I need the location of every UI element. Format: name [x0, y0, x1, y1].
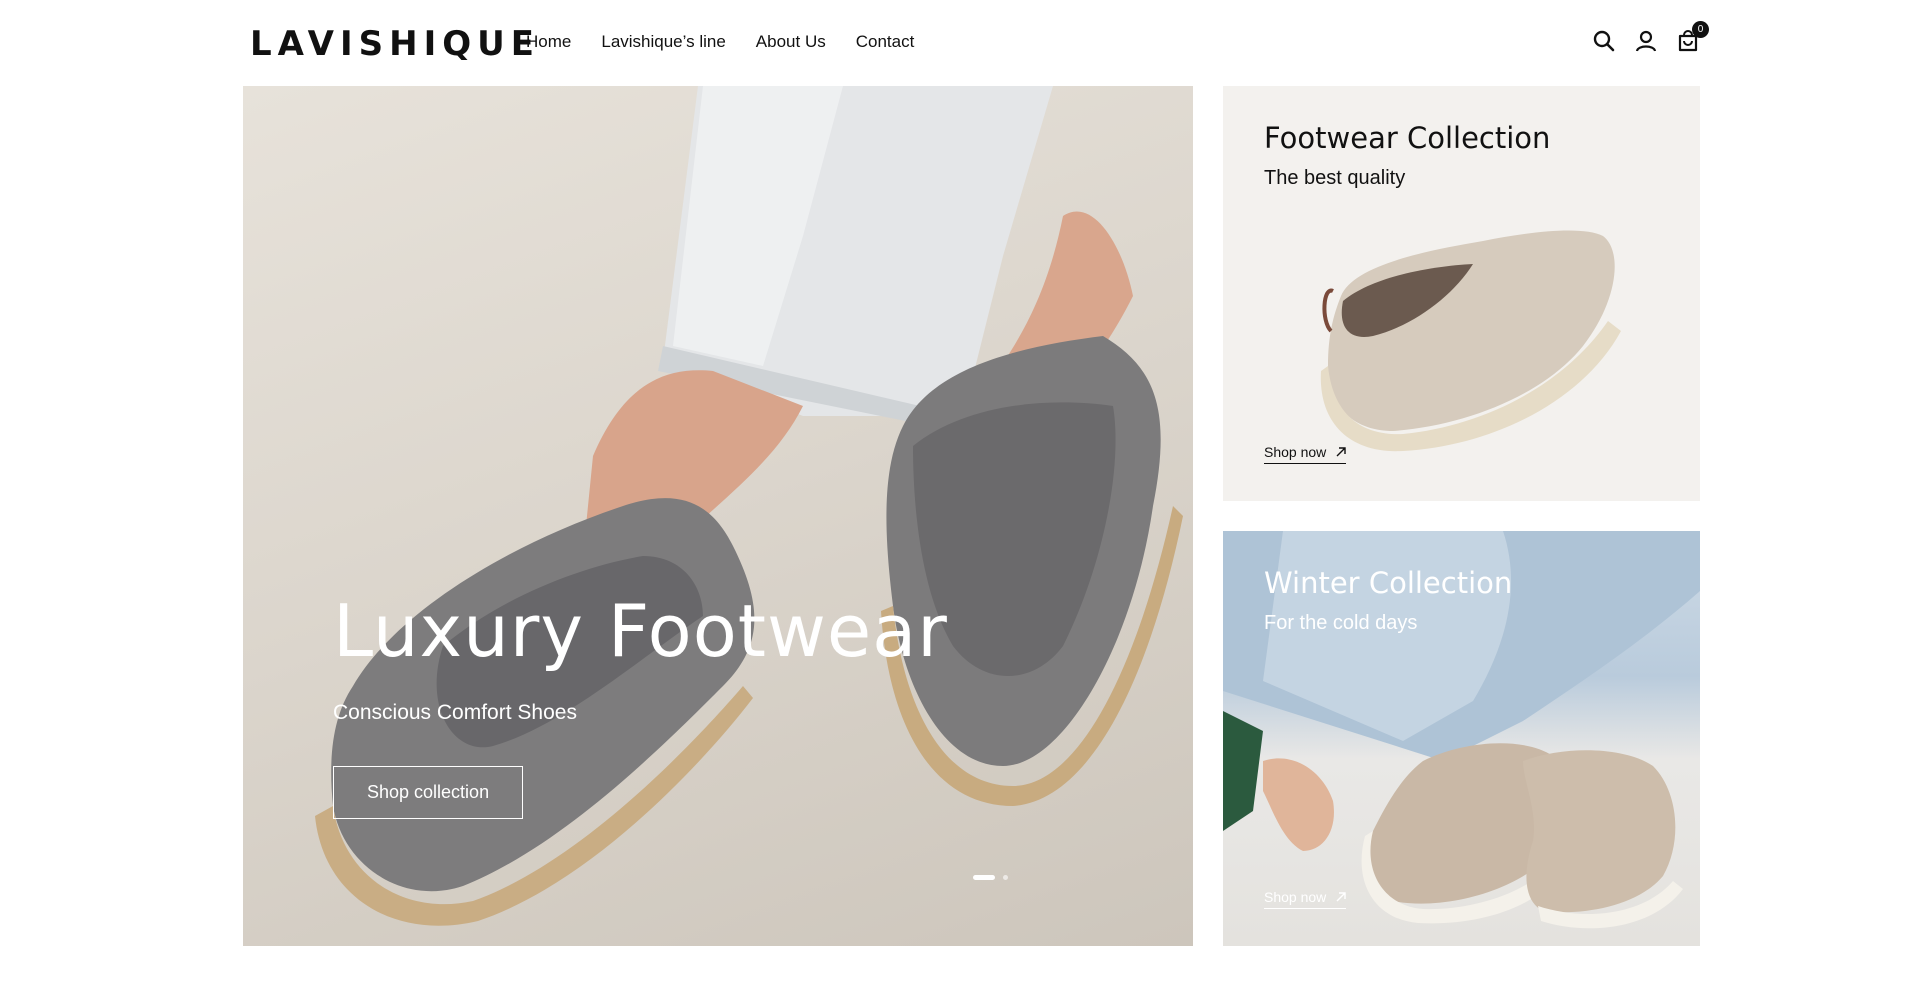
- arrow-up-right-icon: [1336, 447, 1346, 457]
- hero-text: Luxury Footwear Conscious Comfort Shoes …: [333, 586, 948, 819]
- shop-collection-button[interactable]: Shop collection: [333, 766, 524, 819]
- card-title: Footwear Collection: [1264, 121, 1551, 155]
- nav-item-home[interactable]: Home: [526, 30, 571, 54]
- slideshow-dots: [973, 875, 1008, 880]
- arrow-up-right-icon: [1336, 892, 1346, 902]
- cart-count-badge: 0: [1692, 21, 1709, 38]
- shop-now-label: Shop now: [1264, 889, 1327, 905]
- hero-subtitle: Conscious Comfort Shoes: [333, 701, 577, 724]
- hero-slideshow: Luxury Footwear Conscious Comfort Shoes …: [243, 86, 1193, 946]
- winter-collection-card[interactable]: Winter Collection For the cold days Shop…: [1223, 531, 1700, 946]
- card-subtitle: The best quality: [1264, 167, 1406, 189]
- nav-item-contact[interactable]: Contact: [856, 30, 915, 54]
- footwear-collection-card[interactable]: Footwear Collection The best quality Sho…: [1223, 86, 1700, 501]
- nav-item-lavishiques-line[interactable]: Lavishique’s line: [601, 30, 725, 54]
- shop-now-label: Shop now: [1264, 444, 1327, 460]
- main-nav: Home Lavishique’s line About Us Contact: [526, 30, 914, 54]
- site-header: LAVISHIQUE Home Lavishique’s line About …: [0, 0, 1920, 86]
- cart-icon[interactable]: 0: [1676, 21, 1709, 54]
- brand-logo[interactable]: LAVISHIQUE: [250, 24, 540, 64]
- card-subtitle: For the cold days: [1264, 612, 1418, 634]
- hero-title: Luxury Footwear: [333, 589, 948, 673]
- search-icon[interactable]: [1592, 28, 1616, 54]
- card-title: Winter Collection: [1264, 566, 1513, 600]
- account-icon[interactable]: [1634, 28, 1658, 54]
- shop-now-link[interactable]: Shop now: [1264, 889, 1347, 909]
- slide-dot-2[interactable]: [1003, 875, 1008, 880]
- nav-item-about-us[interactable]: About Us: [756, 30, 826, 54]
- header-icons: 0: [1592, 21, 1709, 54]
- shop-now-link[interactable]: Shop now: [1264, 444, 1347, 464]
- slide-dot-1[interactable]: [973, 875, 995, 880]
